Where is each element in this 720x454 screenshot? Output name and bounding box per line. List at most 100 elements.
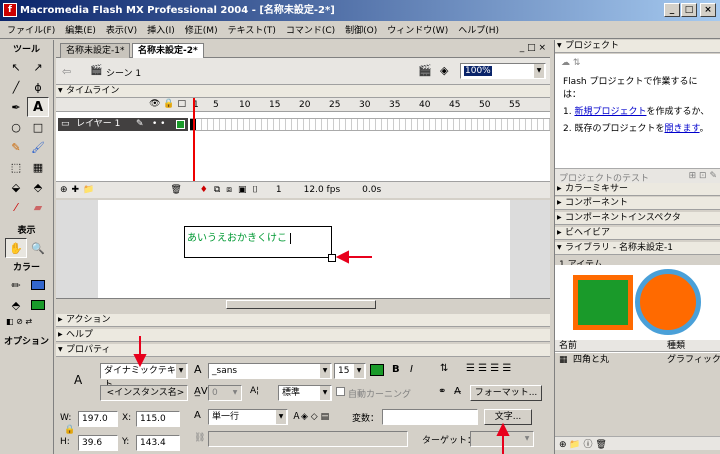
edit-multiple-icon[interactable]: ▣: [238, 185, 247, 195]
edit-scene-icon[interactable]: 🎬: [418, 64, 432, 77]
stage[interactable]: あいうえおかきくけこ: [98, 200, 510, 300]
bold-button[interactable]: B: [392, 364, 400, 375]
menu-view[interactable]: 表示(V): [101, 23, 142, 36]
menu-insert[interactable]: 挿入(I): [142, 23, 180, 36]
components-header[interactable]: コンポーネント: [555, 197, 720, 210]
menu-window[interactable]: ウィンドウ(W): [382, 23, 453, 36]
text-tool-icon[interactable]: A: [27, 97, 49, 117]
antialias-select[interactable]: 標準: [278, 385, 332, 401]
back-arrow-icon[interactable]: ⇦: [62, 65, 71, 78]
pen-tool-icon[interactable]: ✒: [5, 97, 27, 117]
add-layer-icon[interactable]: ⊕: [60, 185, 68, 195]
menu-control[interactable]: 制御(O): [340, 23, 382, 36]
spacing-icon[interactable]: A̶: [454, 386, 461, 397]
scrollbar-thumb[interactable]: [226, 300, 376, 309]
render-html-icons[interactable]: Ａ◈ ◇ ▤: [292, 409, 329, 422]
character-button[interactable]: 文字...: [484, 409, 532, 425]
instance-name-input[interactable]: <インスタンス名>: [100, 385, 188, 401]
menu-modify[interactable]: 修正(M): [180, 23, 223, 36]
format-button[interactable]: フォーマット...: [470, 385, 542, 401]
free-transform-tool-icon[interactable]: ⬚: [5, 157, 27, 177]
target-select[interactable]: [470, 431, 534, 447]
tracking-input[interactable]: 0: [208, 385, 242, 401]
ink-bottle-tool-icon[interactable]: ⬙: [5, 177, 27, 197]
width-input[interactable]: 197.0: [78, 411, 118, 427]
timeline-ruler[interactable]: 1 5 10 15 20 25 30 35 40 45 50 55: [190, 98, 550, 112]
actions-panel-header[interactable]: アクション: [56, 314, 550, 327]
height-input[interactable]: 39.6: [78, 435, 118, 451]
project-footer-icons[interactable]: ⊞ ⊡ ✎: [689, 171, 717, 181]
menu-help[interactable]: ヘルプ(H): [453, 23, 504, 36]
hand-tool-icon[interactable]: ✋: [5, 238, 27, 258]
onion-markers-icon[interactable]: ⌷: [253, 185, 258, 195]
stroke-swatch[interactable]: [27, 275, 49, 295]
project-panel-header[interactable]: プロジェクト: [555, 40, 720, 53]
italic-button[interactable]: I: [410, 364, 413, 375]
timeline-header[interactable]: タイムライン: [56, 85, 550, 98]
horizontal-scrollbar[interactable]: [56, 298, 550, 310]
lasso-tool-icon[interactable]: ϕ: [27, 77, 49, 97]
layer-visibility-icons[interactable]: 👁 🔒 □: [56, 98, 190, 112]
resize-handle[interactable]: [328, 254, 336, 262]
paint-bucket-tool-icon[interactable]: ⬘: [27, 177, 49, 197]
fill-transform-tool-icon[interactable]: ▦: [27, 157, 49, 177]
add-guide-icon[interactable]: ✚: [72, 185, 80, 195]
doc-window-controls[interactable]: _ □ ×: [520, 43, 546, 53]
font-select[interactable]: _sans: [208, 363, 332, 379]
dynamic-text-field[interactable]: あいうえおかきくけこ: [184, 226, 336, 262]
stroke-color-icon[interactable]: ✏: [5, 275, 27, 295]
center-frame-icon[interactable]: ♦: [200, 185, 208, 195]
oval-tool-icon[interactable]: ○: [5, 117, 27, 137]
col-name[interactable]: 名前: [559, 340, 577, 352]
x-input[interactable]: 115.0: [136, 411, 180, 427]
add-folder-icon[interactable]: 📁: [83, 185, 94, 195]
library-item[interactable]: ▦ 四角と丸 グラフィック: [555, 354, 720, 366]
onion-outline-icon[interactable]: ⧈: [226, 185, 232, 195]
line-type-select[interactable]: 単一行: [208, 409, 288, 425]
y-input[interactable]: 143.4: [136, 435, 180, 451]
help-panel-header[interactable]: ヘルプ: [56, 329, 550, 342]
text-type-select[interactable]: ダイナミックテキスト: [100, 363, 188, 390]
arrow-tool-icon[interactable]: ↖: [5, 57, 27, 77]
pencil-tool-icon[interactable]: ✎: [5, 137, 27, 157]
color-mixer-header[interactable]: カラーミキサー: [555, 183, 720, 196]
layer-row[interactable]: ▭ レイヤー 1 ✎ • •: [58, 118, 188, 131]
fill-swatch[interactable]: [27, 295, 49, 315]
zoom-select[interactable]: 100%: [460, 63, 546, 79]
menu-commands[interactable]: コマンド(C): [281, 23, 340, 36]
new-project-link[interactable]: 新規プロジェクト: [574, 107, 646, 117]
autokern-checkbox[interactable]: [336, 387, 345, 396]
eyedropper-tool-icon[interactable]: ⁄: [5, 197, 27, 217]
open-project-link[interactable]: 開きます: [664, 124, 699, 134]
text-color-swatch[interactable]: [370, 364, 384, 376]
maximize-button[interactable]: □: [681, 3, 697, 17]
rectangle-tool-icon[interactable]: □: [27, 117, 49, 137]
properties-panel-header[interactable]: プロパティ: [56, 344, 550, 357]
menu-text[interactable]: テキスト(T): [223, 23, 281, 36]
line-tool-icon[interactable]: ╱: [5, 77, 27, 97]
menu-edit[interactable]: 編集(E): [60, 23, 101, 36]
edit-symbol-icon[interactable]: ◈: [440, 64, 448, 77]
brush-tool-icon[interactable]: 🖌: [27, 137, 49, 157]
project-toolbar-icons[interactable]: ☁ ⇅: [555, 54, 720, 72]
close-button[interactable]: ×: [700, 3, 716, 17]
variable-input[interactable]: [382, 409, 478, 425]
url-input[interactable]: [208, 431, 408, 447]
tab-doc1[interactable]: 名称未設定-1*: [60, 43, 131, 58]
tab-doc2[interactable]: 名称未設定-2*: [132, 43, 204, 58]
minimize-button[interactable]: _: [664, 3, 680, 17]
font-size-select[interactable]: 15: [334, 363, 366, 379]
delete-layer-icon[interactable]: 🗑: [170, 185, 181, 195]
lock-icon[interactable]: 🔒: [64, 425, 75, 435]
onion-skin-icon[interactable]: ⧉: [214, 185, 220, 195]
menu-file[interactable]: ファイル(F): [2, 23, 60, 36]
library-footer-icons[interactable]: ⊕ 📁 ⓘ 🗑: [555, 436, 720, 450]
frames-row[interactable]: [190, 118, 550, 131]
component-inspector-header[interactable]: コンポーネントインスペクタ: [555, 212, 720, 225]
link-icon[interactable]: ⚭: [438, 386, 446, 397]
layer-outline-icon[interactable]: [176, 120, 185, 129]
eraser-tool-icon[interactable]: ▰: [27, 197, 49, 217]
fill-color-icon[interactable]: ⬘: [5, 295, 27, 315]
behaviors-header[interactable]: ビヘイビア: [555, 227, 720, 240]
text-direction-icon[interactable]: ⇅: [440, 363, 448, 374]
